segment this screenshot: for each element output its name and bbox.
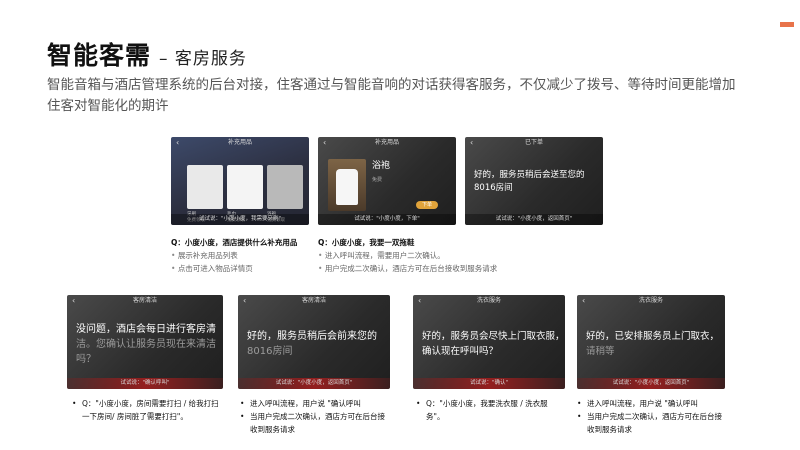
product-card-toothbrush[interactable] bbox=[187, 165, 223, 209]
screen-header: 洗衣服务 bbox=[638, 297, 663, 304]
caption-supplies: Q：小度小度，酒店提供什么补充用品 展示补充用品列表 点击可进入物品详情页 bbox=[171, 236, 316, 275]
item-note: 免费 bbox=[372, 177, 383, 183]
caption-question: Q：小度小度，我要一双拖鞋 bbox=[318, 238, 415, 247]
screen-header: 客房清洁 bbox=[132, 297, 157, 304]
product-card-robe[interactable] bbox=[267, 165, 303, 209]
voice-hint: 试试说："小度小度，返回首页" bbox=[238, 378, 390, 389]
screen-cleaning-confirm: ‹ 客房清洁 没问题，酒店会每日进行客房清 洁。您确认让服务员现在来清洁 吗？ … bbox=[67, 295, 223, 389]
screen-header: 补充用品 bbox=[227, 139, 252, 146]
item-name: 浴袍 bbox=[372, 161, 391, 171]
robe-image bbox=[328, 159, 366, 211]
caption-bullet: 进入呼叫流程，需要用户二次确认。 bbox=[318, 249, 608, 262]
screen-laundry-confirm: ‹ 洗衣服务 好的，服务员会尽快上门取衣服， 确认现在呼叫吗？ 试试说："确认" bbox=[413, 295, 565, 389]
page-title: 智能客需 – 客房服务 bbox=[47, 41, 247, 70]
screen-cleaning-done: ‹ 客房清洁 好的，服务员稍后会前来您的 8016房间 试试说："小度小度，返回… bbox=[238, 295, 390, 389]
caption-laundry-query: Q："小度小度，我要洗衣服 / 洗衣服务"。 bbox=[416, 397, 564, 423]
voice-hint: 试试说："确认呼叫" bbox=[67, 378, 223, 389]
caption-bullet: 点击可进入物品详情页 bbox=[171, 262, 316, 275]
screen-supplies-list: ‹ 补充用品 牙刷 免费领取 毛巾 免费领取 浴袍 免费领取 试试说："小度小度，我需… bbox=[171, 137, 309, 225]
screen-supply-detail: ‹ 补充用品 浴袍 免费 下单 试试说："小度小度，下单" bbox=[318, 137, 456, 225]
voice-hint: 试试说："小度小度，下单" bbox=[318, 214, 456, 225]
caption-laundry-flow: 进入呼叫流程，用户说 "确认呼叫 当用户完成二次确认，酒店方可在后台接收到服务请… bbox=[577, 397, 727, 436]
voice-hint: 试试说："小度小度，我需要牙刷" bbox=[171, 214, 309, 225]
voice-hint: 试试说："确认" bbox=[413, 378, 565, 389]
screen-header: 客房清洁 bbox=[301, 297, 326, 304]
product-card-towel[interactable] bbox=[227, 165, 263, 209]
order-button[interactable]: 下单 bbox=[416, 201, 438, 209]
screen-header: 洗衣服务 bbox=[476, 297, 501, 304]
order-message: 好的，服务员稍后会送至您的 bbox=[474, 170, 585, 180]
order-room: 8016房间 bbox=[474, 183, 513, 193]
screen-order-placed: ‹ 已下单 好的，服务员稍后会送至您的 8016房间 试试说："小度小度，返回首… bbox=[465, 137, 603, 225]
caption-cleaning-flow: 进入呼叫流程，用户说 "确认呼叫 当用户完成二次确认，酒店方可在后台接收到服务请… bbox=[240, 397, 390, 436]
intro-text: 智能音箱与酒店管理系统的后台对接，住客通过与智能音响的对话获得客服务，不仅减少了… bbox=[47, 77, 736, 114]
caption-cleaning-query: Q："小度小度，房间需要打扫 / 给我打扫一下房间/ 房间脏了需要打扫"。 bbox=[72, 397, 220, 423]
screen-header: 补充用品 bbox=[374, 139, 399, 146]
caption-question: Q：小度小度，酒店提供什么补充用品 bbox=[171, 238, 298, 247]
voice-hint: 试试说："小度小度，返回首页" bbox=[465, 214, 603, 225]
caption-bullet: 展示补充用品列表 bbox=[171, 249, 316, 262]
caption-slippers: Q：小度小度，我要一双拖鞋 进入呼叫流程，需要用户二次确认。 用户完成二次确认，… bbox=[318, 236, 608, 275]
voice-hint: 试试说："小度小度，返回首页" bbox=[577, 378, 725, 389]
caption-bullet: 用户完成二次确认，酒店方可在后台接收到服务请求 bbox=[318, 262, 608, 275]
screen-header: 已下单 bbox=[524, 139, 543, 146]
page-subtitle: – 客房服务 bbox=[159, 49, 247, 69]
screen-laundry-done: ‹ 洗衣服务 好的，已安排服务员上门取衣， 请稍等 试试说："小度小度，返回首页… bbox=[577, 295, 725, 389]
corner-tag bbox=[780, 22, 794, 27]
